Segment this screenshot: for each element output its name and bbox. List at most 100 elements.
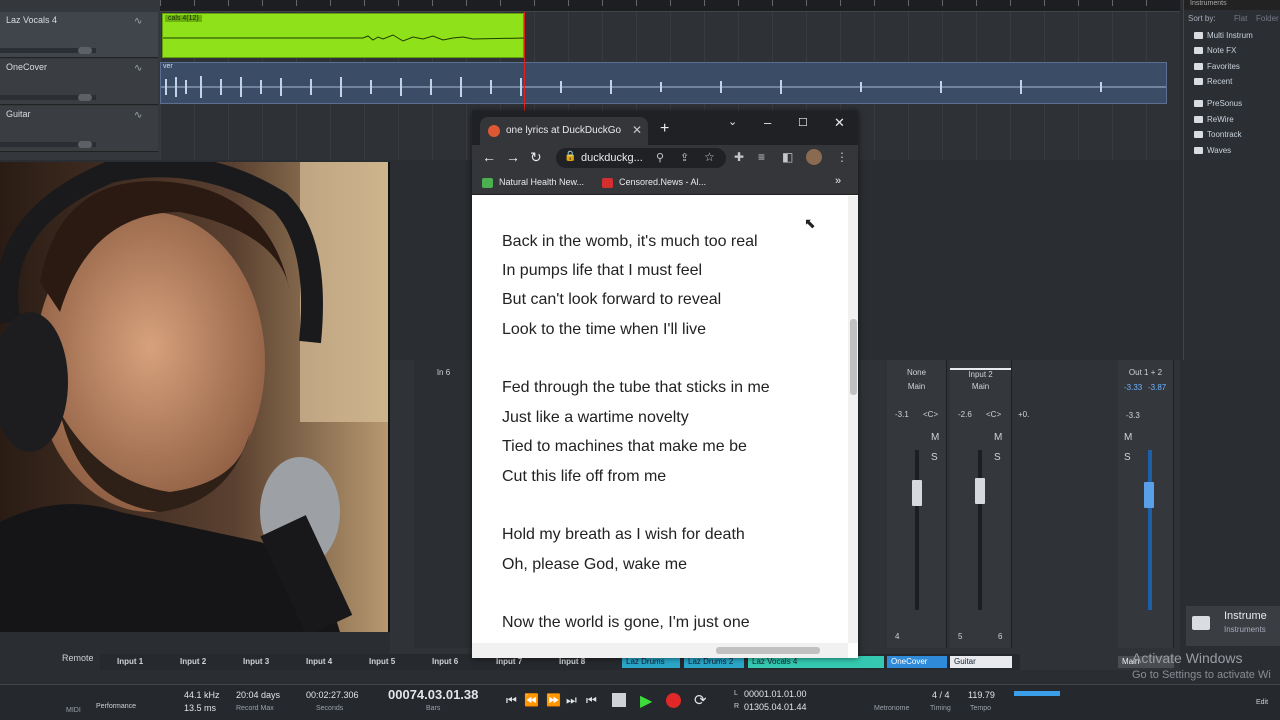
forward-fast-icon[interactable]: ⏩: [546, 693, 561, 707]
remote-label[interactable]: Remote: [62, 653, 94, 663]
minimize-icon[interactable]: –: [764, 115, 771, 130]
mute-button[interactable]: M: [994, 432, 1002, 443]
tempo-value[interactable]: 119.79: [968, 690, 995, 700]
tab-search-chevron-icon[interactable]: ⌄: [728, 115, 737, 128]
mixer-strip-input2[interactable]: Input 2 Main -2.6 <C> M S 5 6: [950, 360, 1012, 648]
browser-item[interactable]: Favorites: [1194, 62, 1240, 71]
browser-item[interactable]: Multi Instrum: [1194, 31, 1253, 40]
volume-fader-knob[interactable]: [1144, 482, 1154, 508]
input-label[interactable]: Input 7: [496, 657, 522, 666]
c-logo-icon: [602, 177, 613, 188]
solo-button[interactable]: S: [931, 452, 938, 463]
mute-button[interactable]: M: [931, 432, 939, 443]
browser-item[interactable]: Toontrack: [1194, 130, 1242, 139]
close-tab-icon[interactable]: ✕: [632, 123, 642, 137]
media-controls-icon[interactable]: ≡: [758, 150, 765, 164]
new-tab-icon[interactable]: +: [660, 120, 669, 138]
volume-value: +0.: [1018, 410, 1030, 419]
zoom-icon[interactable]: ⚲: [656, 151, 664, 164]
play-button[interactable]: ▶: [640, 691, 652, 711]
timing-value[interactable]: 4 / 4: [932, 690, 950, 700]
forward-icon[interactable]: →: [506, 149, 520, 165]
mixer-strip-in6[interactable]: In 6: [414, 360, 474, 648]
maximize-icon[interactable]: ☐: [798, 116, 808, 129]
browser-item[interactable]: Note FX: [1194, 46, 1236, 55]
lyric-line: Tied to machines that make me be: [502, 438, 747, 455]
solo-button[interactable]: S: [994, 452, 1001, 463]
track-header-onecover[interactable]: OneCover ∿: [0, 59, 158, 105]
forward-icon[interactable]: ⏭: [566, 693, 577, 708]
browser-item[interactable]: Recent: [1194, 77, 1232, 86]
volume-fader-track[interactable]: [1148, 450, 1152, 610]
extensions-puzzle-icon[interactable]: ✚: [734, 150, 744, 164]
close-window-icon[interactable]: ✕: [834, 115, 845, 131]
mixer-strip-main-out[interactable]: Out 1 + 2 -3.33 -3.87 -3.3 M S: [1118, 360, 1174, 648]
track-header-guitar[interactable]: Guitar ∿: [0, 106, 158, 152]
webcam-feed: [0, 162, 390, 632]
metronome-label[interactable]: Metronome: [874, 705, 909, 712]
strip-output: Main: [971, 382, 990, 391]
volume-fader-track[interactable]: [978, 450, 982, 610]
input-label[interactable]: Input 4: [306, 657, 332, 666]
sort-folder[interactable]: Folder: [1256, 14, 1279, 23]
pan-value[interactable]: <C>: [923, 410, 938, 419]
input-label[interactable]: Input 6: [432, 657, 458, 666]
bookmarks-overflow[interactable]: »: [835, 175, 841, 187]
audio-clip-onecover[interactable]: ver: [160, 62, 1167, 104]
monitor-toggle[interactable]: [78, 141, 92, 148]
scroll-thumb[interactable]: [716, 647, 820, 654]
start-icon[interactable]: ⏮: [586, 693, 597, 708]
solo-button[interactable]: S: [1124, 452, 1131, 463]
volume-fader-knob[interactable]: [975, 478, 985, 504]
mute-button[interactable]: M: [1124, 432, 1132, 443]
rewind-fast-icon[interactable]: ⏪: [524, 693, 539, 707]
stop-button[interactable]: [612, 693, 626, 707]
side-panel-icon[interactable]: ◧: [782, 150, 793, 164]
input-label[interactable]: Input 5: [369, 657, 395, 666]
browser-item[interactable]: Waves: [1194, 146, 1231, 155]
volume-fader-track[interactable]: [915, 450, 919, 610]
bookmark-item[interactable]: Natural Health New...: [482, 177, 584, 188]
browser-header[interactable]: Instruments: [1184, 0, 1280, 10]
address-bar[interactable]: 🔒 duckduckg... ⚲ ⇪ ☆: [556, 148, 726, 168]
instruments-panel[interactable]: Instrume Instruments: [1186, 606, 1280, 646]
input-label[interactable]: Input 2: [180, 657, 206, 666]
track-header-laz-vocals[interactable]: Laz Vocals 4 ∿: [0, 12, 158, 58]
horizontal-scrollbar[interactable]: [472, 643, 848, 658]
page-content[interactable]: Back in the womb, it's much too real In …: [472, 196, 848, 643]
loop-end[interactable]: 01305.04.01.44: [744, 702, 807, 712]
record-button[interactable]: [666, 693, 681, 708]
playhead[interactable]: [524, 12, 525, 112]
channel-tab[interactable]: Guitar: [950, 656, 1012, 668]
volume-fader-knob[interactable]: [912, 480, 922, 506]
input-label[interactable]: Input 3: [243, 657, 269, 666]
mixer-strip-none[interactable]: None Main -3.1 <C> M S 4: [887, 360, 947, 648]
loop-icon[interactable]: ⟳: [694, 691, 707, 709]
timeline-ruler[interactable]: [160, 0, 1180, 12]
channel-tab[interactable]: OneCover: [887, 656, 947, 668]
tab-duckduckgo[interactable]: one lyrics at DuckDuckGo ✕: [480, 117, 648, 145]
sort-flat[interactable]: Flat: [1234, 14, 1247, 23]
performance-label[interactable]: Performance: [96, 703, 136, 710]
input-label[interactable]: Input 1: [117, 657, 143, 666]
edit-button[interactable]: Edit: [1256, 699, 1268, 706]
bookmark-item[interactable]: Censored.News - Al...: [602, 177, 706, 188]
bookmark-star-icon[interactable]: ☆: [704, 150, 715, 164]
share-icon[interactable]: ⇪: [680, 151, 689, 164]
back-icon[interactable]: ←: [482, 149, 496, 165]
browser-item[interactable]: PreSonus: [1194, 99, 1242, 108]
vertical-scrollbar[interactable]: [848, 196, 858, 643]
rewind-icon[interactable]: ⏮: [506, 693, 517, 708]
pan-value[interactable]: <C>: [986, 410, 1001, 419]
input-label[interactable]: Input 8: [559, 657, 585, 666]
profile-avatar[interactable]: [806, 149, 822, 165]
reload-icon[interactable]: ↻: [530, 149, 542, 166]
audio-clip-vocals[interactable]: cals 4(12): [162, 13, 525, 58]
browser-item[interactable]: ReWire: [1194, 115, 1234, 124]
loop-start[interactable]: 00001.01.01.00: [744, 689, 807, 699]
menu-kebab-icon[interactable]: ⋮: [836, 150, 848, 164]
monitor-toggle[interactable]: [78, 94, 92, 101]
scroll-thumb[interactable]: [850, 319, 857, 395]
monitor-toggle[interactable]: [78, 47, 92, 54]
duckduckgo-favicon-icon: [488, 125, 500, 137]
